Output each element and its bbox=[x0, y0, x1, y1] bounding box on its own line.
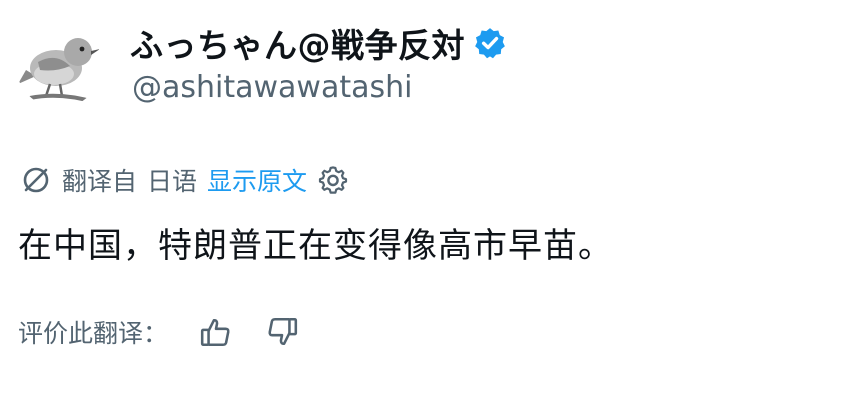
settings-gear-icon[interactable] bbox=[317, 164, 349, 196]
thumbs-up-icon[interactable] bbox=[194, 310, 238, 354]
translation-bar: 翻译自 日语 显示原文 bbox=[20, 160, 349, 200]
show-original-link[interactable]: 显示原文 bbox=[207, 162, 307, 198]
display-name-row: ふっちゃん@戦争反対 bbox=[130, 20, 507, 66]
source-language: 日语 bbox=[147, 167, 198, 196]
bird-avatar-icon[interactable] bbox=[16, 22, 102, 108]
verified-badge-icon[interactable] bbox=[473, 26, 507, 60]
tweet-card: ふっちゃん@戦争反対 @ashitawawatashi 翻译自 日语 显示原文 bbox=[0, 0, 854, 394]
rate-translation-prompt: 评价此翻译： bbox=[18, 319, 169, 348]
rate-translation-bar: 评价此翻译： bbox=[18, 310, 304, 354]
tweet-text: 在中国，特朗普正在变得像高市早苗。 bbox=[18, 226, 613, 266]
translate-icon bbox=[20, 164, 52, 196]
translated-from-label: 翻译自 bbox=[62, 167, 138, 196]
display-name[interactable]: ふっちゃん@戦争反対 bbox=[130, 19, 465, 67]
thumbs-down-icon[interactable] bbox=[260, 310, 304, 354]
user-handle[interactable]: @ashitawawatashi bbox=[132, 70, 412, 105]
